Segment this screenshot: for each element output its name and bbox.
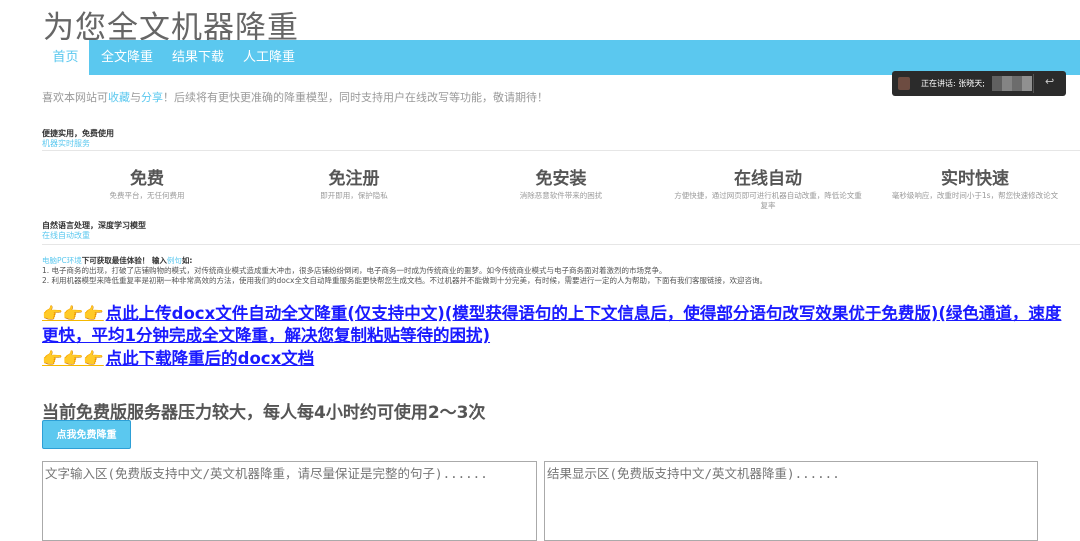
intro-prefix: 喜欢本网站可 — [42, 91, 108, 104]
share-link[interactable]: 分享 — [141, 91, 163, 104]
feature-title: 免注册 — [328, 169, 380, 189]
feature-online-auto: 在线自动 方便快捷，通过网页即可进行机器自动改重，降低论文重复率 — [672, 164, 864, 211]
download-link[interactable]: 👉👉👉 点此下载降重后的docx文档 — [42, 348, 314, 370]
block-title: 便捷实用，免费使用 — [42, 129, 114, 138]
nav-item-result-download[interactable]: 结果下载 — [172, 40, 224, 75]
feature-title: 实时快速 — [941, 169, 1009, 189]
bookmark-link[interactable]: 收藏 — [108, 91, 130, 104]
free-rewrite-button[interactable]: 点我免费降重 — [42, 420, 131, 449]
block-convenient: 便捷实用，免费使用 机器实时服务 — [42, 129, 114, 149]
feature-free: 免费 免费平台，无任何费用 — [42, 164, 252, 201]
notes-example-suffix: 如: — [181, 256, 193, 265]
block-title: 自然语言处理，深度学习模型 — [42, 221, 146, 230]
top-nav: 首页 全文降重 结果下载 人工降重 — [42, 40, 1080, 75]
intro-text: 喜欢本网站可收藏与分享！后续将有更快更准确的降重模型，同时支持用户在线改写等功能… — [42, 89, 548, 105]
feature-no-install: 免安装 消除恶意软件带来的困扰 — [456, 164, 666, 201]
feature-realtime: 实时快速 毫秒级响应，改重时间小于1s，帮您快速修改论文 — [872, 164, 1078, 201]
usage-notes: 电脑PC环境下可获取最佳体验！ 输入例句如: 1. 电子商务的出现，打破了店铺购… — [42, 256, 767, 286]
nav-item-home[interactable]: 首页 — [42, 40, 89, 75]
text-input-area[interactable] — [42, 461, 537, 541]
pointing-hand-icon: 👉👉👉 — [42, 349, 104, 368]
example-link[interactable]: 例句 — [167, 256, 182, 265]
divider — [42, 150, 1080, 151]
speaking-text: 正在讲话: 张晓天; — [921, 79, 985, 88]
machine-service-link[interactable]: 机器实时服务 — [42, 139, 114, 149]
note-line-2: 2. 利用机器模型来降低重复率是初期一种非常高效的方法，使用我们的docx全文自… — [42, 276, 767, 285]
pointing-hand-icon: 👉👉👉 — [42, 304, 104, 323]
note-line-1: 1. 电子商务的出现，打破了店铺购物的模式，对传统商业模式造成重大冲击，很多店铺… — [42, 266, 667, 275]
auto-rewrite-link[interactable]: 在线自动改重 — [42, 231, 146, 241]
result-output-area[interactable] — [544, 461, 1038, 541]
intro-suffix: ！后续将有更快更准确的降重模型，同时支持用户在线改写等功能，敬请期待！ — [163, 91, 548, 104]
feature-desc: 即开即用，保护隐私 — [320, 191, 388, 200]
feature-title: 免安装 — [535, 169, 587, 189]
divider — [42, 244, 1080, 245]
feature-desc: 方便快捷，通过网页即可进行机器自动改重，降低论文重复率 — [674, 191, 862, 210]
blurred-name — [992, 76, 1032, 91]
feature-title: 在线自动 — [734, 169, 802, 189]
notes-env-text: 下可获取最佳体验！ 输入 — [81, 256, 167, 265]
upload-link[interactable]: 👉👉👉 点此上传docx文件自动全文降重(仅支持中文)(模型获得语句的上下文信息后… — [42, 303, 1072, 347]
upload-link-text[interactable]: 点此上传docx文件自动全文降重(仅支持中文)(模型获得语句的上下文信息后，使得… — [42, 304, 1061, 345]
divider — [1033, 74, 1034, 93]
pc-env-link[interactable]: 电脑PC环境 — [42, 256, 82, 265]
download-link-text[interactable]: 点此下载降重后的docx文档 — [106, 349, 315, 368]
intro-mid: 与 — [130, 91, 141, 104]
speaking-indicator: 正在讲话: 张晓天; ↩ — [892, 71, 1066, 96]
feature-desc: 免费平台，无任何费用 — [109, 191, 185, 200]
avatar — [898, 77, 910, 90]
nav-item-full-text[interactable]: 全文降重 — [101, 40, 153, 75]
feature-title: 免费 — [130, 169, 164, 189]
hangup-icon[interactable]: ↩ — [1045, 75, 1054, 88]
feature-desc: 消除恶意软件带来的困扰 — [519, 191, 603, 200]
notes-header: 电脑PC环境下可获取最佳体验！ 输入例句如: — [42, 256, 767, 266]
block-nlp: 自然语言处理，深度学习模型 在线自动改重 — [42, 221, 146, 241]
nav-item-manual[interactable]: 人工降重 — [243, 40, 295, 75]
feature-no-register: 免注册 即开即用，保护隐私 — [249, 164, 459, 201]
feature-desc: 毫秒级响应，改重时间小于1s，帮您快速修改论文 — [891, 191, 1059, 200]
